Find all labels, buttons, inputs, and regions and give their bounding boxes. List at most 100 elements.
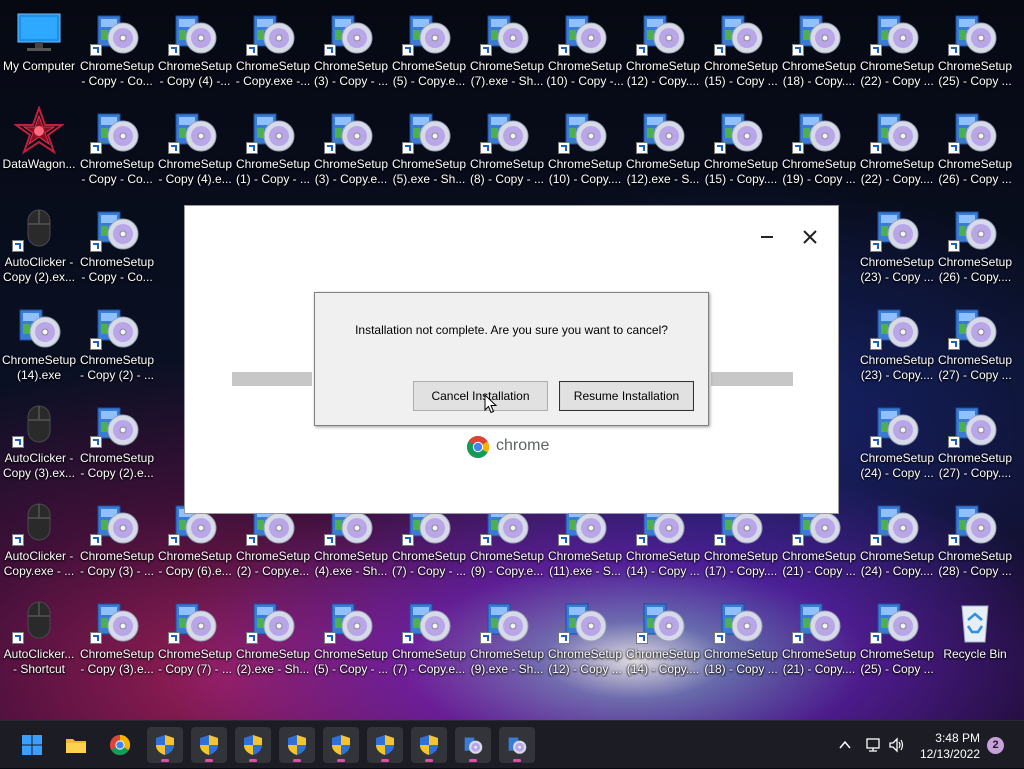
desktop-icon[interactable]: ChromeSetup - Copy - Co... <box>78 200 156 298</box>
desktop-icon[interactable]: ChromeSetup (10) - Copy.... <box>546 102 624 200</box>
taskbar-file-explorer[interactable] <box>58 727 94 763</box>
desktop-icon[interactable]: AutoClicker... - Shortcut <box>0 592 78 690</box>
close-button[interactable] <box>795 222 825 252</box>
desktop-icon[interactable]: ChromeSetup (28) - Copy ... <box>936 494 1014 592</box>
desktop-icon[interactable]: ChromeSetup (18) - Copy.... <box>780 4 858 102</box>
desktop-icon[interactable]: ChromeSetup (2).exe - Sh... <box>234 592 312 690</box>
desktop-icon-label: ChromeSetup - Copy (2) - ... <box>79 353 155 382</box>
shortcut-arrow-icon <box>792 44 804 56</box>
desktop-icon[interactable]: ChromeSetup (23) - Copy ... <box>858 200 936 298</box>
desktop-icon[interactable]: ChromeSetup - Copy (4).e... <box>156 102 234 200</box>
taskbar-installer-3[interactable] <box>235 727 271 763</box>
taskbar-chrome[interactable] <box>102 727 138 763</box>
desktop-icon[interactable]: ChromeSetup - Copy (3).e... <box>78 592 156 690</box>
desktop-icon[interactable]: ChromeSetup (15) - Copy ... <box>702 4 780 102</box>
desktop-icon[interactable]: AutoClicker - Copy (2).ex... <box>0 200 78 298</box>
desktop-icon[interactable]: My Computer <box>0 4 78 102</box>
desktop-icon[interactable]: ChromeSetup (7) - Copy.e... <box>390 592 468 690</box>
cancel-installation-button[interactable]: Cancel Installation <box>413 381 548 411</box>
shortcut-arrow-icon <box>168 534 180 546</box>
resume-installation-button[interactable]: Resume Installation <box>559 381 694 411</box>
desktop-icon[interactable]: ChromeSetup (21) - Copy.... <box>780 592 858 690</box>
desktop-icon[interactable]: ChromeSetup - Copy (2) - ... <box>78 298 156 396</box>
desktop-icon[interactable]: ChromeSetup - Copy (7) - ... <box>156 592 234 690</box>
desktop-icon[interactable]: ChromeSetup - Copy (2).e... <box>78 396 156 494</box>
desktop-icon[interactable]: ChromeSetup (5) - Copy - ... <box>312 592 390 690</box>
desktop-icon[interactable]: ChromeSetup (25) - Copy ... <box>936 4 1014 102</box>
shortcut-arrow-icon <box>792 534 804 546</box>
desktop-icon[interactable]: ChromeSetup (9).exe - Sh... <box>468 592 546 690</box>
desktop-icon[interactable]: ChromeSetup - Copy - Co... <box>78 102 156 200</box>
taskbar-installer-7[interactable] <box>411 727 447 763</box>
desktop-icon[interactable]: ChromeSetup (5) - Copy.e... <box>390 4 468 102</box>
taskbar-installer-5[interactable] <box>323 727 359 763</box>
desktop-icon[interactable]: ChromeSetup (18) - Copy ... <box>702 592 780 690</box>
desktop-icon[interactable]: ChromeSetup (8) - Copy - ... <box>468 102 546 200</box>
running-indicator <box>425 759 433 762</box>
desktop-icon[interactable]: ChromeSetup (12) - Copy.... <box>624 4 702 102</box>
taskbar-start-button[interactable] <box>14 727 50 763</box>
running-indicator <box>205 759 213 762</box>
desktop-icon[interactable]: ChromeSetup (3) - Copy - ... <box>312 4 390 102</box>
notification-badge[interactable]: 2 <box>987 737 1004 754</box>
taskbar-installer-4[interactable] <box>279 727 315 763</box>
taskbar-setup-app-1[interactable] <box>455 727 491 763</box>
shortcut-arrow-icon <box>870 44 882 56</box>
desktop-icon[interactable]: ChromeSetup (14) - Copy.... <box>624 592 702 690</box>
taskbar-installer-2[interactable] <box>191 727 227 763</box>
desktop-icon-label: AutoClicker - Copy (3).ex... <box>2 451 76 480</box>
desktop-icon[interactable]: ChromeSetup (19) - Copy ... <box>780 102 858 200</box>
desktop-icon[interactable]: ChromeSetup - Copy - Co... <box>78 4 156 102</box>
desktop-icon[interactable]: DataWagon... <box>0 102 78 200</box>
desktop-icon-label: ChromeSetup - Copy (6).e... <box>157 549 233 578</box>
shield-icon <box>376 735 394 755</box>
desktop-icon[interactable]: ChromeSetup (23) - Copy.... <box>858 298 936 396</box>
desktop-icon[interactable]: ChromeSetup - Copy.exe -... <box>234 4 312 102</box>
shortcut-arrow-icon <box>12 534 24 546</box>
chrome-wordmark: chrome <box>496 437 550 454</box>
taskbar-installer-1[interactable] <box>147 727 183 763</box>
desktop-icon[interactable]: ChromeSetup (25) - Copy ... <box>858 592 936 690</box>
desktop-icon-label: ChromeSetup (14).exe <box>1 353 77 382</box>
clock[interactable]: 3:48 PM 12/13/2022 <box>920 730 980 762</box>
shortcut-arrow-icon <box>324 44 336 56</box>
shortcut-arrow-icon <box>480 534 492 546</box>
desktop-icon[interactable]: ChromeSetup (26) - Copy.... <box>936 200 1014 298</box>
desktop-icon-label: DataWagon... <box>2 157 76 171</box>
desktop-icon[interactable]: ChromeSetup (24) - Copy.... <box>858 494 936 592</box>
desktop-icon[interactable]: AutoClicker - Copy (3).ex... <box>0 396 78 494</box>
shortcut-arrow-icon <box>636 142 648 154</box>
desktop-icon[interactable]: ChromeSetup - Copy (3) - ... <box>78 494 156 592</box>
shield-icon <box>156 735 174 755</box>
desktop-icon-label: ChromeSetup (5) - Copy.e... <box>391 59 467 88</box>
desktop-icon[interactable]: ChromeSetup (15) - Copy.... <box>702 102 780 200</box>
desktop-icon[interactable]: ChromeSetup (27) - Copy ... <box>936 298 1014 396</box>
chevron-up-icon[interactable] <box>838 738 852 752</box>
shortcut-arrow-icon <box>246 534 258 546</box>
desktop-icon[interactable]: ChromeSetup (1) - Copy - ... <box>234 102 312 200</box>
desktop-icon-label: ChromeSetup (11).exe - S... <box>547 549 623 578</box>
desktop-icon[interactable]: ChromeSetup (27) - Copy.... <box>936 396 1014 494</box>
desktop-icon[interactable]: ChromeSetup (10) - Copy -... <box>546 4 624 102</box>
desktop-icon[interactable]: ChromeSetup - Copy (4) -... <box>156 4 234 102</box>
network-icon[interactable] <box>864 736 882 754</box>
dialog-message: Installation not complete. Are you sure … <box>355 323 668 337</box>
taskbar-installer-6[interactable] <box>367 727 403 763</box>
desktop-icon[interactable]: ChromeSetup (14).exe <box>0 298 78 396</box>
desktop-icon[interactable]: ChromeSetup (26) - Copy ... <box>936 102 1014 200</box>
desktop-icon[interactable]: ChromeSetup (12).exe - S... <box>624 102 702 200</box>
desktop-icon-label: ChromeSetup (22) - Copy.... <box>859 157 935 186</box>
desktop-icon[interactable]: AutoClicker - Copy.exe - ... <box>0 494 78 592</box>
desktop-icon[interactable]: ChromeSetup (24) - Copy ... <box>858 396 936 494</box>
desktop-icon[interactable]: ChromeSetup (22) - Copy ... <box>858 4 936 102</box>
volume-icon[interactable] <box>888 736 906 754</box>
taskbar-setup-app-2[interactable] <box>499 727 535 763</box>
desktop-icon[interactable]: ChromeSetup (3) - Copy.e... <box>312 102 390 200</box>
desktop-icon[interactable]: ChromeSetup (12) - Copy ... <box>546 592 624 690</box>
desktop-icon[interactable]: ChromeSetup (5).exe - Sh... <box>390 102 468 200</box>
desktop-icon[interactable]: ChromeSetup (22) - Copy.... <box>858 102 936 200</box>
desktop-icon[interactable]: ChromeSetup (7).exe - Sh... <box>468 4 546 102</box>
desktop-icon[interactable]: Recycle Bin <box>936 592 1014 690</box>
shield-icon <box>244 735 262 755</box>
minimize-button[interactable] <box>751 222 781 252</box>
